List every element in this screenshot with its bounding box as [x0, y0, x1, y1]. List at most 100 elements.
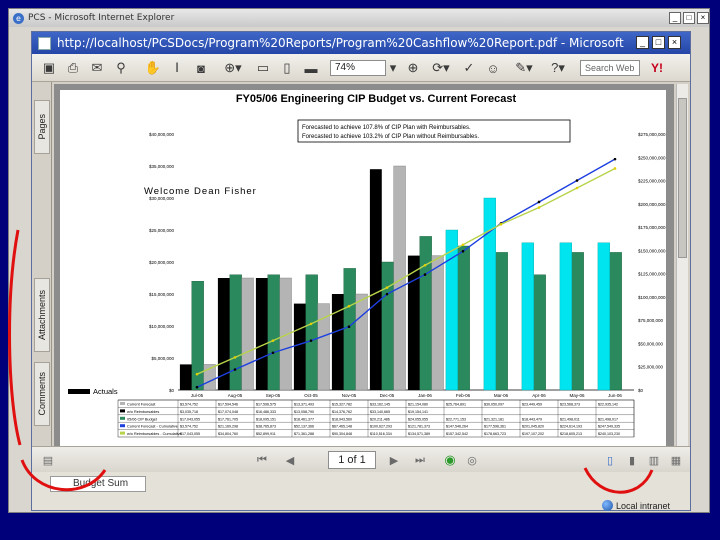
- bar-cip-budget: [381, 261, 394, 391]
- zoom-level-field[interactable]: 74%: [330, 60, 386, 76]
- table-cell: $157,342,542: [446, 432, 468, 436]
- cumulative-point: [309, 322, 313, 326]
- go-forward-icon[interactable]: ◎: [464, 452, 480, 468]
- table-cell: $121,781,373: [408, 425, 430, 429]
- fit-width-icon[interactable]: ▬: [302, 59, 320, 77]
- forecast-note-line: Forecasted to achieve 103.2% of CIP Plan…: [302, 134, 479, 140]
- table-cell: $15,327,782: [332, 403, 352, 407]
- help-icon[interactable]: ?▾: [546, 59, 570, 77]
- bar-current-forecast: [355, 293, 368, 391]
- status-bar: Budget Sum Local intranet: [32, 472, 690, 511]
- next-page-icon[interactable]: ▶: [386, 452, 402, 468]
- chart-title: FY05/06 Engineering CIP Budget vs. Curre…: [236, 93, 517, 105]
- y-right-tick-label: $150,000,000: [638, 248, 666, 253]
- y-left-tick-label: $10,000,000: [149, 324, 175, 329]
- inner-window-title: http://localhost/PCSDocs/Program%20Repor…: [57, 36, 627, 50]
- first-page-icon[interactable]: ⏮: [254, 452, 270, 468]
- y-left-tick-label: $5,000,000: [151, 356, 174, 361]
- table-cell: $18,443,479: [522, 417, 542, 421]
- search-binoculars-icon[interactable]: ⚲: [112, 59, 130, 77]
- cumulative-point: [385, 286, 389, 289]
- spelling-icon[interactable]: ✓: [460, 59, 478, 77]
- cumulative-point: [575, 186, 579, 190]
- x-tick-label: Jul-05: [191, 393, 204, 398]
- y-right-tick-label: $225,000,000: [638, 179, 666, 184]
- tab-comments[interactable]: Comments: [34, 362, 50, 426]
- legend-actuals-swatch: [68, 389, 90, 394]
- continuous-page-icon[interactable]: ▮: [624, 452, 640, 468]
- inner-title-bar: http://localhost/PCSDocs/Program%20Repor…: [32, 32, 690, 54]
- facing-pages-icon[interactable]: ▥: [646, 452, 662, 468]
- x-tick-label: Dec-05: [380, 393, 395, 398]
- table-cell: $17,043,055: [180, 432, 200, 436]
- single-page-icon[interactable]: ▯: [602, 452, 618, 468]
- table-cell: $134,571,389: [408, 432, 430, 436]
- email-icon[interactable]: ✉: [88, 59, 106, 77]
- tab-comments-label: Comments: [37, 372, 47, 416]
- table-cell: $224,614,193: [560, 425, 582, 429]
- table-cell: $17,594,546: [218, 403, 238, 407]
- fit-page-icon[interactable]: ▯: [278, 59, 296, 77]
- table-cell: $19,154,141: [408, 410, 428, 414]
- yahoo-logo-icon[interactable]: Y!: [646, 59, 668, 77]
- cumulative-point: [537, 200, 541, 204]
- x-tick-label: Jun-06: [608, 393, 622, 398]
- x-tick-label: Jan-06: [418, 393, 432, 398]
- zoom-in-icon[interactable]: ⊕▾: [220, 59, 246, 77]
- outer-maximize-button[interactable]: □: [683, 12, 695, 24]
- y-left-tick-label: $20,000,000: [149, 260, 175, 265]
- actual-size-icon[interactable]: ▭: [254, 59, 272, 77]
- budget-sum-tab[interactable]: Budget Sum: [50, 476, 146, 492]
- select-text-icon[interactable]: Ⅰ: [168, 59, 186, 77]
- table-cell: $18,461,377: [294, 417, 314, 421]
- table-cell: $16,486,333: [256, 410, 276, 414]
- taskbar: [0, 514, 720, 540]
- page-number-field[interactable]: 1 of 1: [328, 451, 376, 469]
- snapshot-icon[interactable]: ◙: [192, 59, 210, 77]
- y-right-tick-label: $250,000,000: [638, 155, 666, 160]
- continuous-facing-icon[interactable]: ▦: [668, 452, 684, 468]
- bar-forecast-future: [597, 242, 610, 391]
- cumulative-point: [309, 339, 313, 342]
- table-cell: $25,764,891: [446, 403, 466, 407]
- bar-cip-budget: [267, 274, 280, 391]
- security-zone: Local intranet: [602, 500, 670, 511]
- table-cell: $21,498,011: [560, 417, 580, 421]
- table-row-label: w/o Reimbursables: [127, 410, 159, 414]
- tab-attachments[interactable]: Attachments: [34, 278, 50, 352]
- sign-icon[interactable]: ✎▾: [510, 59, 538, 77]
- vertical-scrollbar-thumb[interactable]: [678, 98, 687, 258]
- table-cell: $23,568,373: [560, 403, 580, 407]
- hand-tool-icon[interactable]: ✋: [144, 59, 162, 77]
- search-web-input[interactable]: Search Web: [580, 60, 640, 76]
- cumulative-point: [385, 292, 389, 296]
- document-viewport[interactable]: FY05/06 Engineering CIP Budget vs. Curre…: [54, 84, 674, 446]
- table-cell: $17,596,575: [256, 403, 276, 407]
- vertical-scrollbar[interactable]: [676, 84, 688, 446]
- table-cell: $3,574,752: [180, 425, 198, 429]
- save-icon[interactable]: ▣: [40, 59, 58, 77]
- rotate-icon[interactable]: ⟳▾: [428, 59, 454, 77]
- zoom-in-button-icon[interactable]: ⊕: [404, 59, 422, 77]
- bar-cip-budget: [609, 252, 622, 391]
- outer-close-button[interactable]: ×: [697, 12, 709, 24]
- table-row-label: Current Forecast: [127, 403, 156, 407]
- go-back-icon[interactable]: ◉: [442, 452, 458, 468]
- inner-close-button[interactable]: ×: [668, 36, 681, 49]
- print-icon[interactable]: ⎙: [64, 59, 82, 77]
- table-cell: $22,935,142: [598, 403, 618, 407]
- tab-pages[interactable]: Pages: [34, 100, 50, 154]
- y-right-tick-label: $175,000,000: [638, 225, 666, 230]
- inner-maximize-button[interactable]: □: [652, 36, 665, 49]
- navigation-pane: Pages Attachments Comments: [32, 82, 52, 462]
- inner-minimize-button[interactable]: _: [636, 36, 649, 49]
- outer-window-title: PCS - Microsoft Internet Explorer: [28, 13, 175, 23]
- bar-forecast-future: [559, 242, 572, 391]
- zoom-dropdown-icon[interactable]: ▾: [388, 59, 398, 77]
- accessibility-icon[interactable]: ☺: [484, 59, 502, 77]
- outer-minimize-button[interactable]: _: [669, 12, 681, 24]
- y-right-tick-label: $25,000,000: [638, 365, 664, 370]
- panel-toggle-icon[interactable]: ▤: [40, 452, 56, 468]
- previous-page-icon[interactable]: ◀: [282, 452, 298, 468]
- last-page-icon[interactable]: ⏭: [412, 452, 428, 468]
